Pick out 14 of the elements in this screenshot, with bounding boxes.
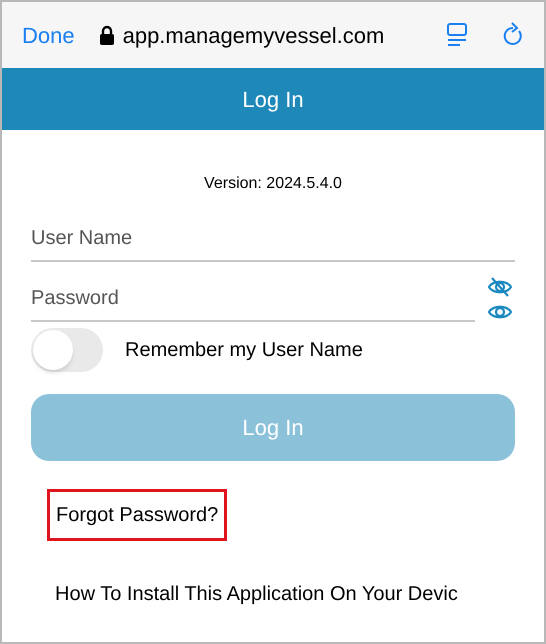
url-text[interactable]: app.managemyvessel.com xyxy=(122,18,384,52)
remember-label: Remember my User Name xyxy=(125,338,363,363)
install-link[interactable]: How To Install This Application On Your Devic xyxy=(55,579,515,609)
header-bar: Log In xyxy=(2,68,544,130)
eye-slash-icon[interactable] xyxy=(487,276,513,298)
lock-icon xyxy=(98,25,115,45)
version-text: Version: 2024.5.4.0 xyxy=(203,174,343,194)
reader-icon[interactable] xyxy=(446,23,468,47)
done-button[interactable]: Done xyxy=(22,18,75,52)
forgot-password-link[interactable]: Forgot Password? xyxy=(47,489,228,541)
toggle-switch[interactable] xyxy=(31,328,103,372)
password-field[interactable]: Password xyxy=(31,276,475,322)
username-field[interactable]: User Name xyxy=(31,216,515,262)
reload-icon[interactable] xyxy=(502,22,524,48)
